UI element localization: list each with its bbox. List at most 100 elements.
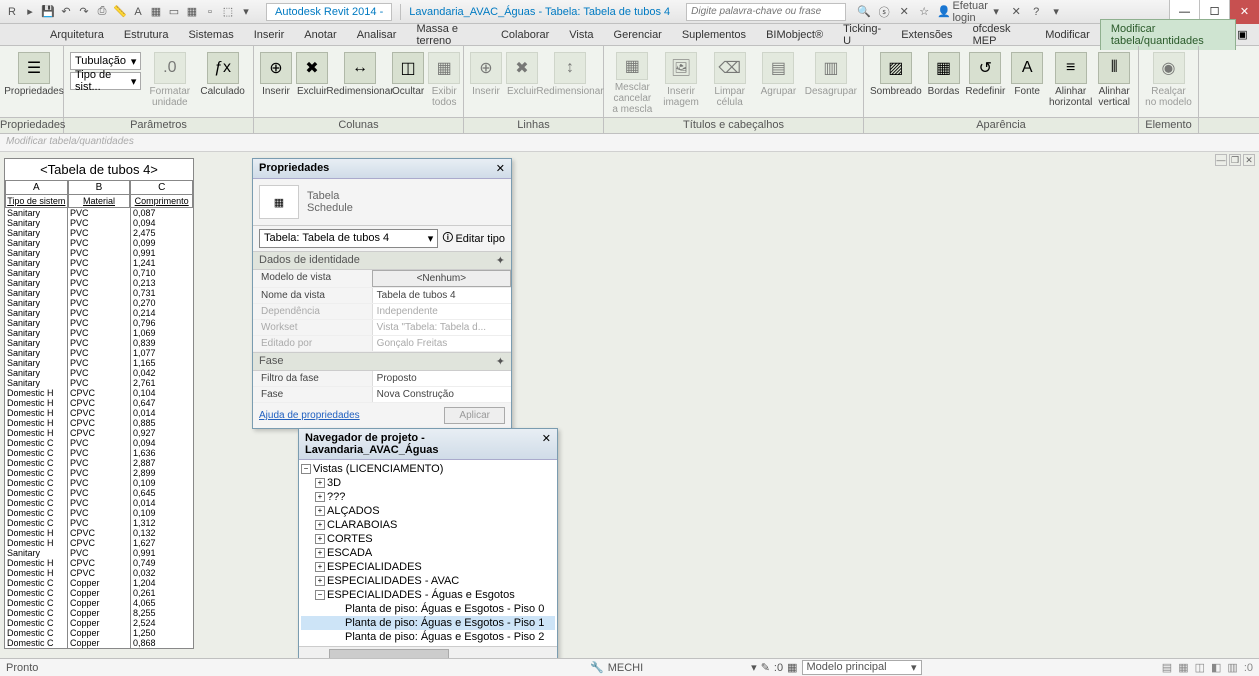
table-row[interactable]: SanitaryPVC0,087: [5, 208, 193, 218]
table-row[interactable]: Domestic CPVC2,887: [5, 458, 193, 468]
tab-ofcdesk-mep[interactable]: ofcdesk MEP: [963, 20, 1036, 50]
undo-icon[interactable]: ↶: [58, 4, 74, 20]
dropdown2-icon[interactable]: ▾: [1048, 4, 1064, 20]
expander-icon[interactable]: +: [315, 576, 325, 586]
expander-icon[interactable]: +: [315, 534, 325, 544]
table-row[interactable]: Domestic CCopper1,250: [5, 628, 193, 638]
reset-button[interactable]: ↺Redefinir: [965, 48, 1005, 115]
expander-icon[interactable]: +: [315, 562, 325, 572]
ungroup-button[interactable]: ▥Desagrupar: [805, 48, 857, 115]
exchange-icon[interactable]: ✕: [896, 4, 912, 20]
workset-icon[interactable]: 🔧: [590, 661, 604, 674]
table-row[interactable]: Domestic CCopper1,204: [5, 578, 193, 588]
tree-leaf[interactable]: Planta de piso: Águas e Esgotos - Piso 1: [301, 616, 555, 630]
table-row[interactable]: SanitaryPVC0,270: [5, 298, 193, 308]
hide-button[interactable]: ◫Ocultar: [392, 48, 424, 115]
property-value[interactable]: Nova Construção: [372, 387, 511, 402]
tab-massa-e-terreno[interactable]: Massa e terreno: [406, 20, 491, 50]
tree-node[interactable]: − ESPECIALIDADES - Águas e Esgotos: [301, 588, 555, 602]
resize-col-button[interactable]: ↔Redimensionar: [332, 48, 388, 115]
model-group-icon[interactable]: ▦: [787, 661, 797, 674]
status-icon-3[interactable]: ◫: [1195, 661, 1205, 674]
table-row[interactable]: Domestic CPVC0,109: [5, 508, 193, 518]
tree-node[interactable]: + 3D: [301, 476, 555, 490]
calculated-button[interactable]: ƒx Calculado: [198, 48, 247, 115]
qat-icon-1[interactable]: ▦: [148, 4, 164, 20]
table-row[interactable]: Domestic CCopper0,261: [5, 588, 193, 598]
qat-icon-4[interactable]: ▫: [202, 4, 218, 20]
schedule-view[interactable]: <Tabela de tubos 4> A B C Tipo de sistem…: [4, 158, 194, 649]
insert-col-button[interactable]: ⊕Inserir: [260, 48, 292, 115]
table-row[interactable]: Domestic CCopper2,524: [5, 618, 193, 628]
dropdown-icon[interactable]: ▾: [988, 4, 1004, 20]
highlight-model-button[interactable]: ◉Realçar no modelo: [1145, 48, 1192, 115]
tab-colaborar[interactable]: Colaborar: [491, 26, 559, 44]
align-v-button[interactable]: ⫴Alinhar vertical: [1096, 48, 1132, 115]
edit-type-button[interactable]: 🛈 Editar tipo: [442, 229, 505, 248]
table-row[interactable]: Domestic CPVC1,312: [5, 518, 193, 528]
table-row[interactable]: Domestic HCPVC0,104: [5, 388, 193, 398]
table-row[interactable]: Domestic HCPVC0,885: [5, 418, 193, 428]
tree-leaf[interactable]: Planta de piso: Águas e Esgotos - Piso 2: [301, 630, 555, 644]
clear-cell-button[interactable]: ⌫Limpar célula: [707, 48, 752, 115]
insert-image-button[interactable]: 🖼Inserir imagem: [659, 48, 704, 115]
editable-icon[interactable]: ✎: [761, 661, 770, 674]
tree-node[interactable]: + CLARABOIAS: [301, 518, 555, 532]
format-unit-button[interactable]: .0 Formatar unidade: [145, 48, 194, 115]
table-row[interactable]: Domestic CPVC2,899: [5, 468, 193, 478]
tab-vista[interactable]: Vista: [559, 26, 603, 44]
property-value[interactable]: <Nenhum>: [372, 270, 511, 287]
tree-node[interactable]: + ALÇADOS: [301, 504, 555, 518]
login-link[interactable]: Efetuar login: [962, 4, 978, 20]
table-row[interactable]: Domestic CPVC0,094: [5, 438, 193, 448]
property-value[interactable]: Proposto: [372, 371, 511, 386]
table-row[interactable]: Domestic CCopper8,255: [5, 608, 193, 618]
qat-icon-3[interactable]: ▦: [184, 4, 200, 20]
insert-row-button[interactable]: ⊕Inserir: [470, 48, 502, 115]
favorites-icon[interactable]: ☆: [916, 4, 932, 20]
table-row[interactable]: Domestic CPVC0,109: [5, 478, 193, 488]
tree-node[interactable]: + ESPECIALIDADES: [301, 560, 555, 574]
schedule-body[interactable]: SanitaryPVC0,087SanitaryPVC0,094Sanitary…: [5, 208, 193, 648]
delete-col-button[interactable]: ✖Excluir: [296, 48, 328, 115]
qat-dropdown-icon[interactable]: ▾: [238, 4, 254, 20]
table-row[interactable]: SanitaryPVC0,839: [5, 338, 193, 348]
group-button[interactable]: ▤Agrupar: [756, 48, 801, 115]
table-row[interactable]: SanitaryPVC0,042: [5, 368, 193, 378]
expander-icon[interactable]: +: [315, 520, 325, 530]
table-row[interactable]: Domestic HCPVC1,627: [5, 538, 193, 548]
delete-row-button[interactable]: ✖Excluir: [506, 48, 538, 115]
expander-icon[interactable]: +: [315, 478, 325, 488]
tab-gerenciar[interactable]: Gerenciar: [604, 26, 672, 44]
help-search-input[interactable]: [686, 3, 846, 21]
close-icon[interactable]: ✕: [496, 162, 505, 175]
merge-button[interactable]: ▦Mesclar cancelar a mescla: [610, 48, 655, 115]
doc-close-icon[interactable]: ✕: [1243, 154, 1255, 166]
cross-icon[interactable]: ✕: [1008, 4, 1024, 20]
expander-icon[interactable]: +: [315, 492, 325, 502]
revit-app-icon[interactable]: R: [4, 4, 20, 20]
table-row[interactable]: SanitaryPVC2,761: [5, 378, 193, 388]
table-row[interactable]: SanitaryPVC0,710: [5, 268, 193, 278]
table-row[interactable]: Domestic CPVC1,636: [5, 448, 193, 458]
tab-suplementos[interactable]: Suplementos: [672, 26, 756, 44]
table-row[interactable]: SanitaryPVC0,099: [5, 238, 193, 248]
apply-button[interactable]: Aplicar: [444, 407, 505, 424]
table-row[interactable]: Domestic CPVC0,645: [5, 488, 193, 498]
help-icon[interactable]: ?: [1028, 4, 1044, 20]
qat-icon-2[interactable]: ▭: [166, 4, 182, 20]
tab-analisar[interactable]: Analisar: [347, 26, 407, 44]
tab-arquitetura[interactable]: Arquitetura: [40, 26, 114, 44]
tab-extens-es[interactable]: Extensões: [891, 26, 962, 44]
project-browser-title[interactable]: Navegador de projeto - Lavandaria_AVAC_Á…: [299, 429, 557, 460]
table-row[interactable]: SanitaryPVC1,241: [5, 258, 193, 268]
status-icon-2[interactable]: ▦: [1178, 661, 1188, 674]
tree-node[interactable]: + ESCADA: [301, 546, 555, 560]
expander-icon[interactable]: −: [301, 464, 311, 474]
table-row[interactable]: SanitaryPVC2,475: [5, 228, 193, 238]
search-icon[interactable]: 🔍: [856, 4, 872, 20]
tab-estrutura[interactable]: Estrutura: [114, 26, 179, 44]
tab-modificar[interactable]: Modificar: [1035, 26, 1100, 44]
identity-data-section[interactable]: Dados de identidade✦: [253, 251, 511, 270]
subscription-icon[interactable]: ⓢ: [876, 4, 892, 20]
